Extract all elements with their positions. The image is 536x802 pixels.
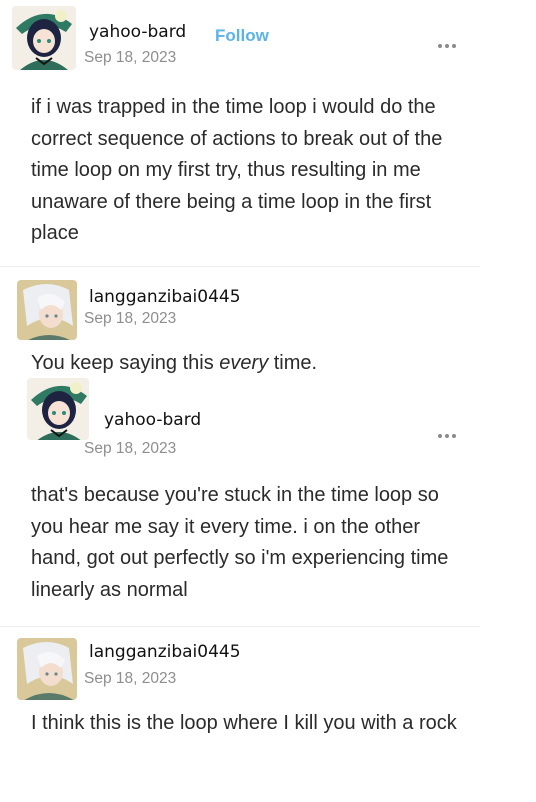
post-date: Sep 18, 2023 xyxy=(84,670,177,687)
post-date: Sep 18, 2023 xyxy=(84,49,177,66)
more-options-icon[interactable] xyxy=(438,432,458,440)
post-4: langganzibai0445 Sep 18, 2023 I think th… xyxy=(0,636,536,786)
post-3: yahoo-bard Sep 18, 2023 that's because y… xyxy=(0,378,536,623)
post-text: You keep saying this every time. xyxy=(31,348,491,380)
more-options-icon[interactable] xyxy=(438,42,458,50)
post-text-emphasis: every xyxy=(219,352,269,374)
author-name[interactable]: yahoo-bard xyxy=(89,22,186,42)
author-name[interactable]: langganzibai0445 xyxy=(89,642,241,662)
avatar-langganzibai0445[interactable] xyxy=(17,280,77,340)
post-2: langganzibai0445 Sep 18, 2023 You keep s… xyxy=(0,278,536,378)
post-text-part: time. xyxy=(268,352,318,374)
post-1: yahoo-bard Sep 18, 2023 Follow if i was … xyxy=(0,0,536,265)
avatar-yahoo-bard[interactable] xyxy=(12,6,76,70)
post-date: Sep 18, 2023 xyxy=(84,310,177,327)
author-name[interactable]: yahoo-bard xyxy=(104,410,201,430)
avatar-yahoo-bard[interactable] xyxy=(27,378,89,440)
post-text: that's because you're stuck in the time … xyxy=(31,484,449,601)
author-name[interactable]: langganzibai0445 xyxy=(89,287,241,307)
post-date: Sep 18, 2023 xyxy=(84,440,177,457)
divider xyxy=(0,266,480,267)
divider xyxy=(0,626,480,627)
avatar-langganzibai0445[interactable] xyxy=(17,638,77,700)
post-text: I think this is the loop where I kill yo… xyxy=(31,712,457,734)
post-text-part: You keep saying this xyxy=(31,352,220,374)
post-text: if i was trapped in the time loop i woul… xyxy=(31,96,443,244)
follow-button[interactable]: Follow xyxy=(215,26,269,46)
